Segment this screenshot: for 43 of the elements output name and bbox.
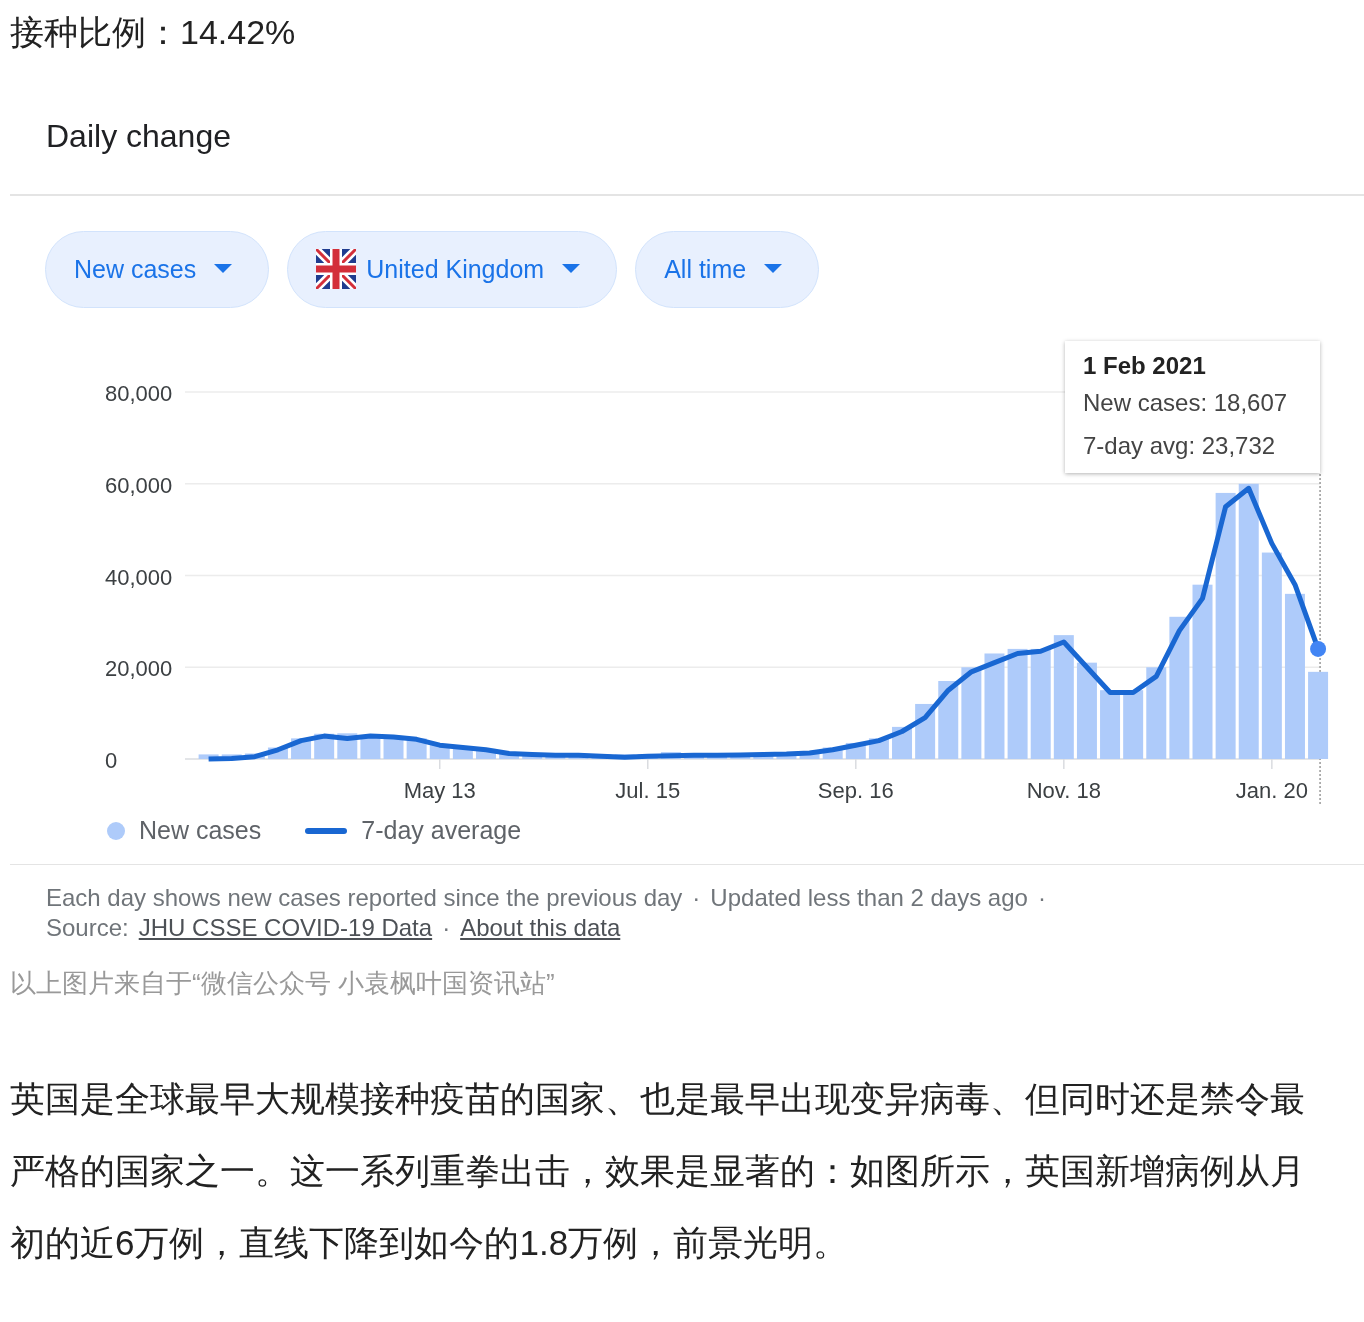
y-axis-label: 80,000 [105, 380, 173, 406]
flag-icon [316, 249, 357, 289]
caret-icon [562, 264, 581, 274]
filter-dropdown[interactable]: New cases [45, 230, 270, 308]
x-axis-label: Sep. 16 [817, 777, 894, 803]
cases-bar [198, 753, 219, 759]
caret-icon [214, 264, 233, 274]
cases-bar [267, 747, 288, 759]
source-link[interactable]: About this data [460, 913, 621, 943]
legend-label: New cases [139, 816, 262, 845]
footer-note: Source: [46, 913, 129, 943]
x-axis-label: Jan. 20 [1235, 777, 1308, 803]
separator-dot: · [692, 883, 701, 913]
tooltip-date: 1 Feb 2021 [1083, 350, 1207, 381]
image-caption: 以上图片来自于“微信公众号 小袁枫叶国资讯站” [9, 967, 556, 1000]
cases-bar [1100, 689, 1121, 759]
y-axis-label: 60,000 [105, 472, 173, 498]
tooltip-value: New cases: 18,607 [1083, 387, 1289, 418]
filter-dropdown[interactable]: United Kingdom [287, 230, 618, 308]
article-paragraph: 英国是全球最早大规模接种疫苗的国家、也是最早出现变异病毒、但同时还是禁令最严格的国家之一。这一系列重拳出击，效果是显著的：如图所示，英国新增病例从月初的近6万例，直线下降到如今的1.8万例，前景光明。 [9, 1078, 1306, 1264]
y-axis-label: 40,000 [105, 564, 173, 589]
x-axis-label: May 13 [403, 777, 476, 803]
y-axis-label: 0 [105, 747, 118, 773]
caret-icon [764, 264, 783, 274]
separator-dot: · [442, 913, 451, 943]
tooltip-value: 7-day avg: 23,732 [1083, 430, 1277, 461]
separator-dot: · [1037, 883, 1046, 913]
x-axis-label: Nov. 18 [1026, 777, 1101, 803]
y-axis-label: 20,000 [105, 655, 173, 681]
cases-bar [475, 748, 496, 759]
cases-bar [1123, 689, 1144, 759]
x-axis-label: Jul. 15 [615, 777, 681, 803]
source-link[interactable]: JHU CSSE COVID-19 Data [138, 913, 433, 943]
legend-label: 7-day average [361, 816, 522, 845]
footer-note: Updated less than 2 days ago [710, 883, 1028, 913]
footer-note: Each day shows new cases reported since the previous day [46, 883, 683, 913]
legend-dot-icon [107, 821, 125, 840]
card-title: Daily change [45, 117, 232, 156]
cases-bar [799, 751, 820, 759]
hover-point [1310, 640, 1327, 657]
vaccination-rate-heading: 接种比例：14.42% [9, 12, 297, 53]
cases-bar [822, 747, 843, 759]
filter-dropdown[interactable]: All time [635, 230, 820, 308]
